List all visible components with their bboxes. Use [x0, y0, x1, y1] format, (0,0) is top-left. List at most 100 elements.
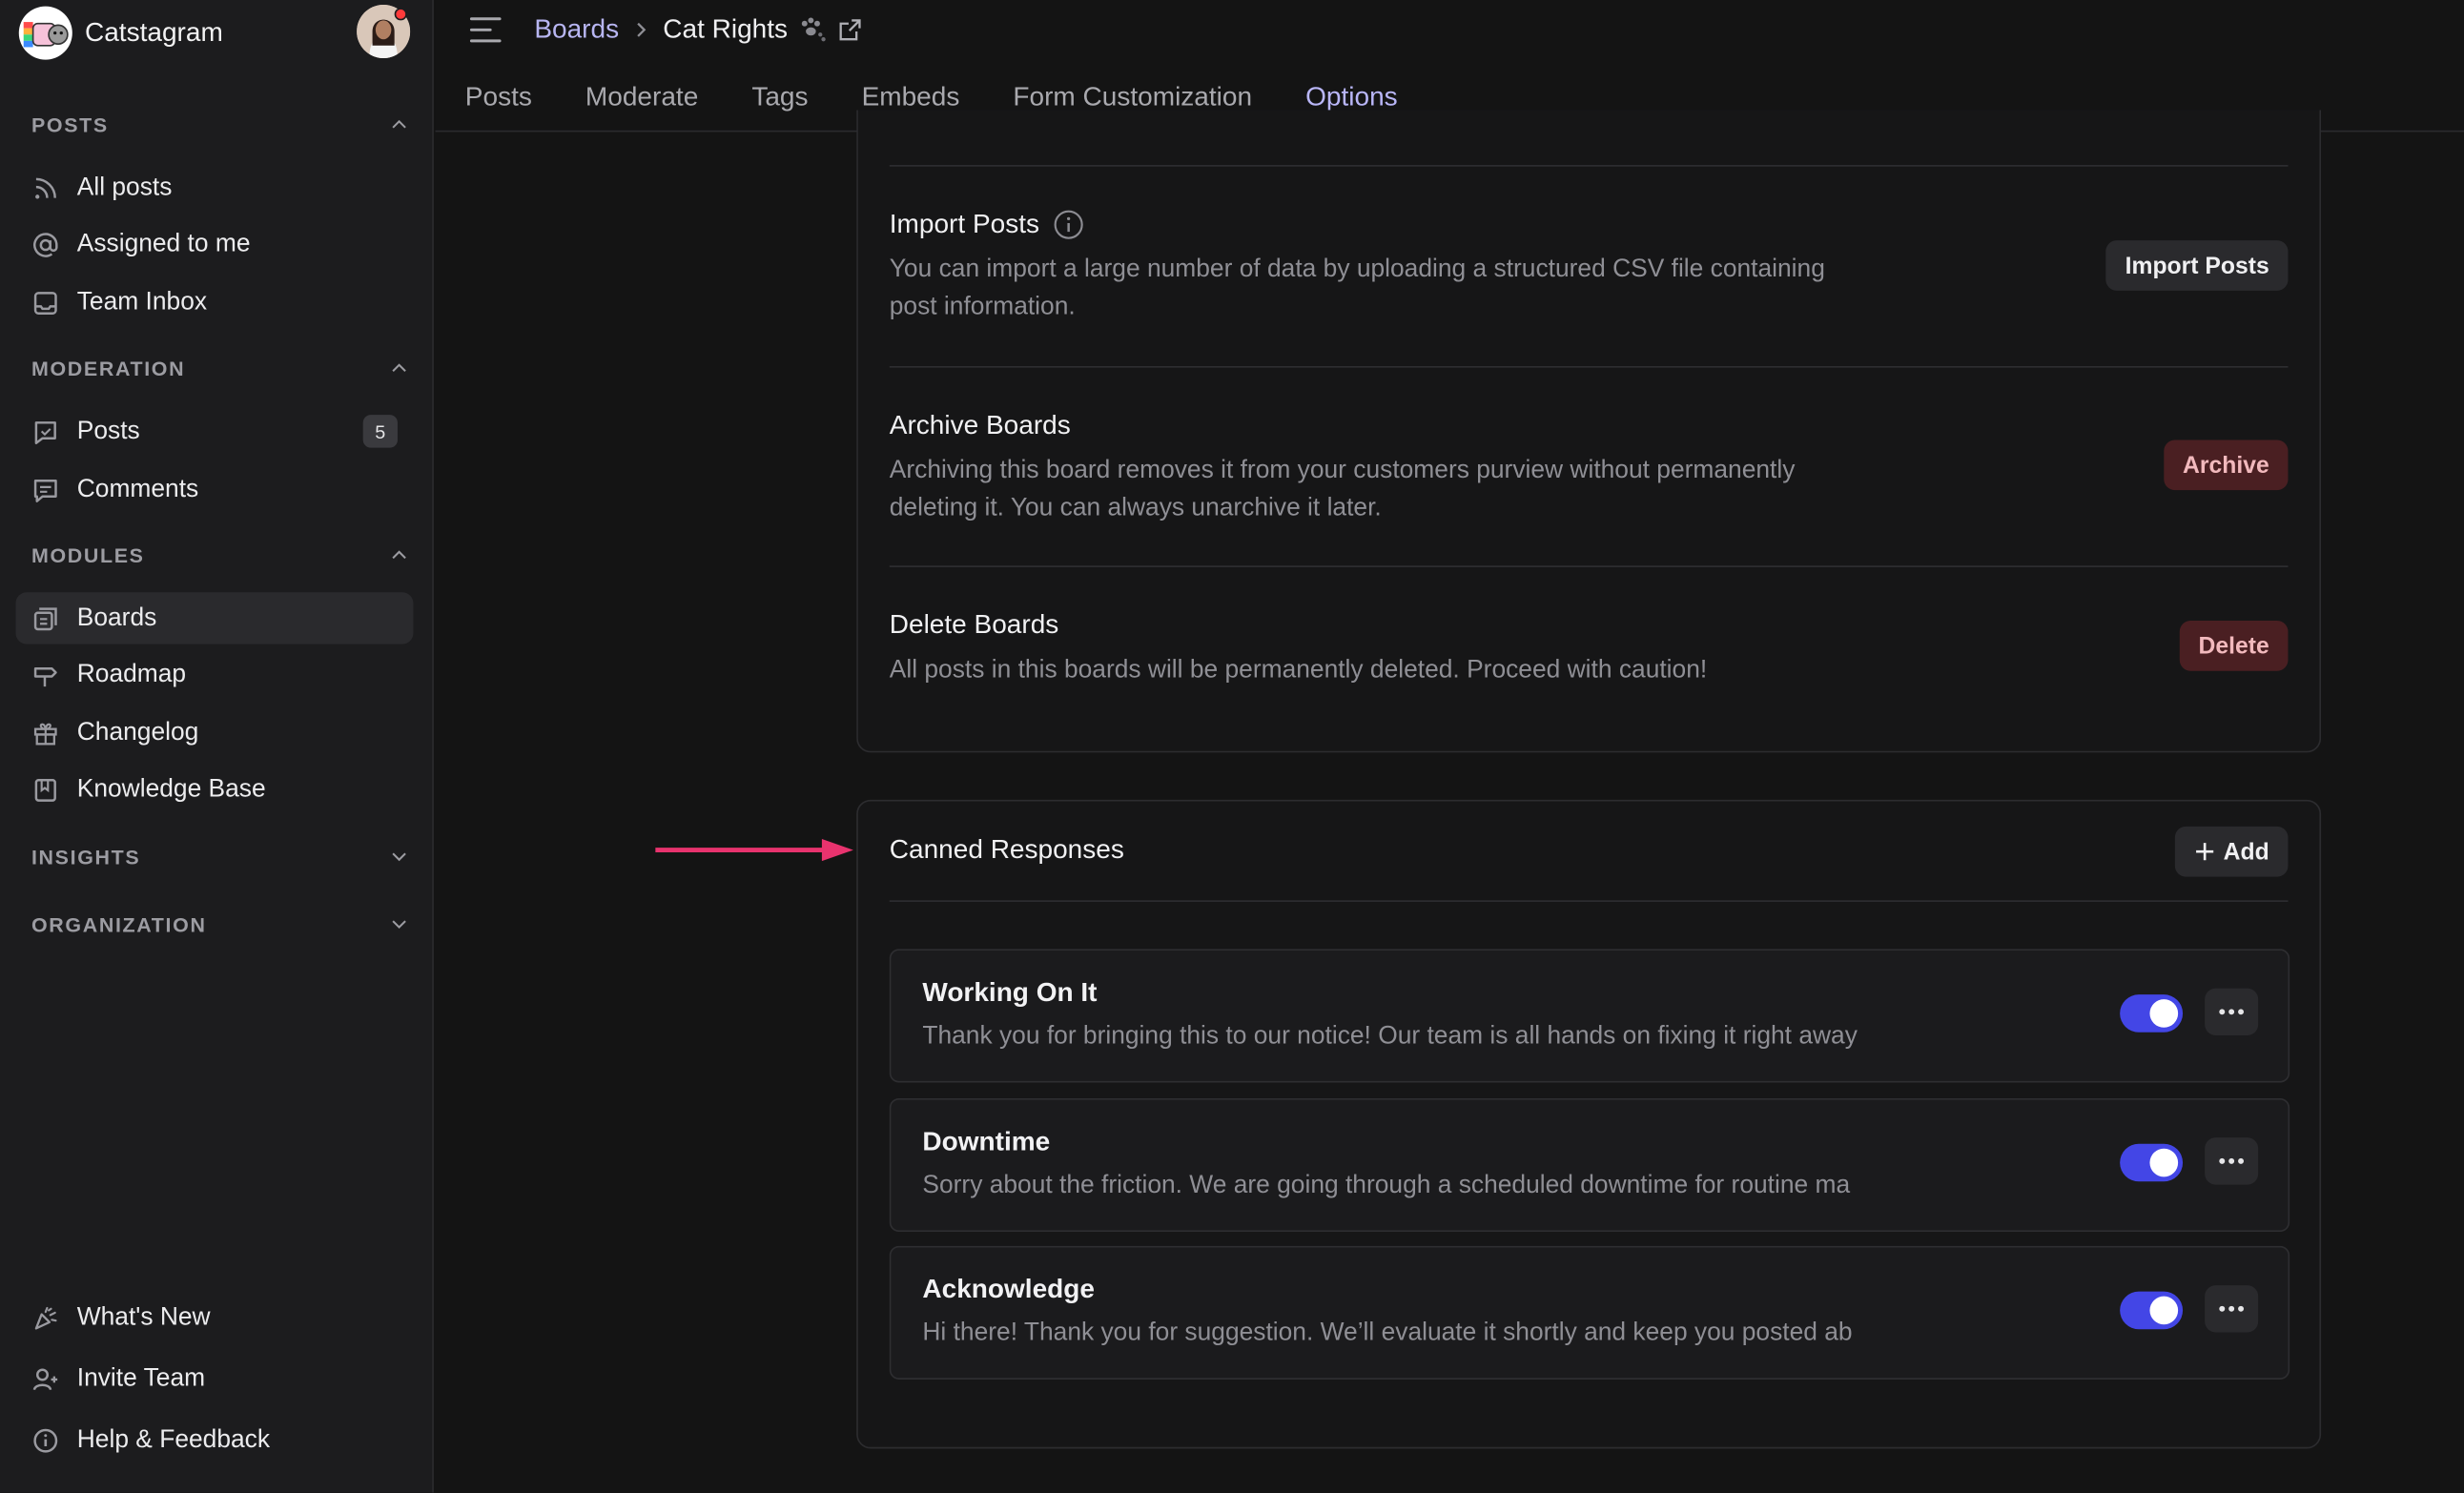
canned-response-item[interactable]: Acknowledge Hi there! Thank you for sugg…: [889, 1245, 2290, 1380]
party-popper-icon: [31, 1303, 60, 1332]
add-canned-response-button[interactable]: Add: [2174, 826, 2289, 877]
delete-button[interactable]: Delete: [2179, 620, 2289, 671]
sidebar-item-invite-team[interactable]: Invite Team: [15, 1353, 413, 1404]
canned-responses-card: Canned Responses Add Working On It Thank…: [856, 799, 2322, 1449]
ellipsis-icon: [2219, 1305, 2245, 1312]
info-circle-icon: [31, 1426, 60, 1455]
ellipsis-icon: [2219, 1157, 2245, 1164]
section-title: INSIGHTS: [31, 844, 141, 869]
tab-moderate[interactable]: Moderate: [585, 78, 698, 127]
import-posts-title: Import Posts: [890, 209, 1085, 240]
section-title: ORGANIZATION: [31, 911, 207, 936]
sidebar-item-help-feedback[interactable]: Help & Feedback: [15, 1414, 413, 1465]
plus-icon: [2195, 843, 2213, 861]
sidebar-item-label: Help & Feedback: [76, 1425, 271, 1453]
import-posts-button[interactable]: Import Posts: [2105, 240, 2289, 291]
section-title: POSTS: [31, 112, 109, 136]
sidebar-item-label: Posts: [76, 417, 140, 444]
paw-icon: [802, 17, 827, 42]
response-text: Thank you for bringing this to our notic…: [922, 1022, 1858, 1050]
book-icon: [31, 775, 60, 804]
archive-boards-title: Archive Boards: [889, 410, 1071, 440]
sidebar-item-label: Changelog: [76, 718, 199, 746]
sidebar-item-roadmap[interactable]: Roadmap: [15, 649, 413, 701]
delete-boards-title: Delete Boards: [889, 609, 1059, 640]
inbox-icon: [31, 288, 60, 317]
workspace-logo: [18, 6, 72, 60]
sidebar-item-comments[interactable]: Comments: [15, 463, 413, 515]
sidebar-item-label: What's New: [76, 1303, 211, 1331]
archive-boards-description: Archiving this board removes it from you…: [889, 457, 1796, 522]
workspace-switcher[interactable]: Catstagram: [18, 5, 223, 61]
signpost-icon: [31, 661, 60, 689]
sidebar-item-team-inbox[interactable]: Team Inbox: [15, 276, 413, 328]
notification-dot: [394, 8, 407, 21]
more-options-button[interactable]: [2205, 1137, 2259, 1185]
sidebar-item-label: Roadmap: [76, 660, 187, 687]
sidebar-item-all-posts[interactable]: All posts: [15, 162, 413, 214]
response-text: Sorry about the friction. We are going t…: [922, 1172, 1851, 1199]
user-plus-icon: [31, 1364, 60, 1393]
section-title: MODULES: [31, 542, 145, 567]
sidebar-item-label: All posts: [76, 174, 173, 201]
archive-button[interactable]: Archive: [2164, 440, 2289, 491]
breadcrumb-boards-link[interactable]: Boards: [534, 14, 619, 46]
main-content: Boards Cat Rights Posts Moderate Tags Em…: [435, 0, 2464, 1493]
sidebar-item-changelog[interactable]: Changelog: [15, 707, 413, 759]
sidebar-item-assigned-to-me[interactable]: Assigned to me: [15, 218, 413, 270]
section-moderation-header[interactable]: MODERATION: [31, 352, 410, 383]
at-sign-icon: [31, 230, 60, 258]
section-posts-header[interactable]: POSTS: [31, 109, 410, 140]
sidebar-item-label: Knowledge Base: [76, 775, 266, 803]
divider: [889, 365, 2289, 368]
gift-icon: [31, 719, 60, 747]
section-modules-header[interactable]: MODULES: [31, 539, 410, 570]
chevron-up-icon: [392, 119, 406, 129]
response-enabled-toggle[interactable]: [2120, 994, 2184, 1033]
breadcrumb-current: Cat Rights: [663, 13, 789, 45]
tab-tags[interactable]: Tags: [751, 78, 808, 127]
chevron-down-icon: [392, 852, 406, 862]
sidebar-item-label: Team Inbox: [76, 288, 208, 316]
sidebar-toggle-icon[interactable]: [468, 12, 503, 47]
sidebar-item-moderation-posts[interactable]: Posts 5: [15, 405, 413, 457]
section-organization-header[interactable]: ORGANIZATION: [31, 909, 410, 940]
section-insights-header[interactable]: INSIGHTS: [31, 841, 410, 872]
section-title: MODERATION: [31, 356, 186, 379]
response-title: Acknowledge: [922, 1274, 1095, 1304]
divider: [889, 165, 2289, 167]
response-enabled-toggle[interactable]: [2120, 1291, 2184, 1330]
more-options-button[interactable]: [2205, 1285, 2259, 1333]
count-badge: 5: [362, 415, 398, 448]
ellipsis-icon: [2219, 1009, 2245, 1015]
response-enabled-toggle[interactable]: [2120, 1143, 2184, 1182]
import-posts-description: You can import a large number of data by…: [889, 256, 1825, 321]
toggle-knob: [2149, 1296, 2179, 1325]
divider: [889, 900, 2289, 902]
canned-response-item[interactable]: Downtime Sorry about the friction. We ar…: [889, 1097, 2290, 1233]
chevron-down-icon: [392, 920, 406, 930]
sidebar-item-label: Comments: [76, 475, 199, 502]
toggle-knob: [2149, 1148, 2179, 1177]
board-options-card: Import Posts You can import a large numb…: [856, 110, 2322, 753]
sidebar-item-label: Assigned to me: [76, 230, 251, 257]
chevron-right-icon: [631, 20, 650, 39]
sidebar-item-knowledge-base[interactable]: Knowledge Base: [15, 764, 413, 815]
sidebar-item-whats-new[interactable]: What's New: [15, 1292, 413, 1343]
workspace-name: Catstagram: [84, 17, 223, 48]
divider: [889, 565, 2289, 567]
more-options-button[interactable]: [2205, 988, 2259, 1036]
add-label: Add: [2223, 838, 2269, 866]
info-icon[interactable]: [1054, 209, 1085, 240]
chevron-up-icon: [392, 550, 406, 560]
boards-icon: [31, 604, 60, 633]
tab-posts[interactable]: Posts: [465, 78, 532, 127]
sidebar-item-label: Boards: [76, 603, 157, 631]
response-text: Hi there! Thank you for suggestion. We’l…: [922, 1319, 1853, 1347]
external-link-icon[interactable]: [838, 17, 863, 42]
rss-icon: [31, 174, 60, 202]
toggle-knob: [2149, 999, 2179, 1028]
canned-response-item[interactable]: Working On It Thank you for bringing thi…: [889, 949, 2290, 1083]
sidebar-item-boards[interactable]: Boards: [15, 592, 414, 644]
sidebar-item-label: Invite Team: [76, 1364, 206, 1392]
